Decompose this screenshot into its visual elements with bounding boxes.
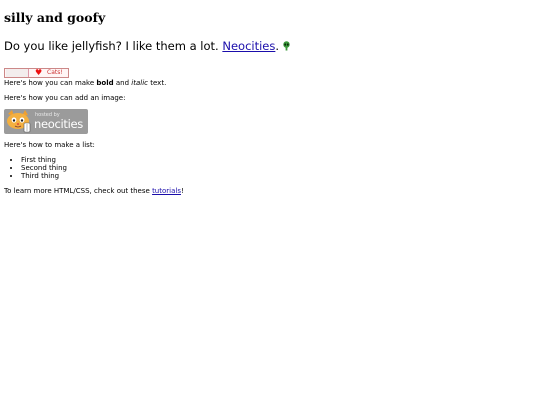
list-item: Second thing	[21, 164, 536, 172]
list-item: Third thing	[21, 172, 536, 180]
lead-paragraph: Do you like jellyfish? I like them a lot…	[4, 39, 536, 53]
list-paragraph: Here's how to make a list:	[4, 141, 95, 149]
image-paragraph: Here's how you can add an image:	[4, 94, 126, 102]
list-item: First thing	[21, 156, 536, 164]
cats-badge-row: ♥ Cats!	[4, 63, 536, 78]
example-list: First thing Second thing Third thing	[4, 156, 536, 180]
neocities-logo: hosted by neocities	[4, 109, 88, 134]
logo-neocities-text: neocities	[34, 117, 83, 131]
learn-suffix: !	[180, 187, 184, 195]
italic-word: italic	[131, 79, 149, 87]
bold-suffix: text.	[150, 79, 167, 87]
badge-cat-face-icon	[6, 69, 29, 77]
tutorials-link[interactable]: tutorials	[152, 187, 181, 195]
lead-text: Do you like jellyfish? I like them a lot…	[4, 39, 219, 53]
bold-italic-paragraph: Here's how you can make bold and italic …	[4, 79, 536, 88]
lead-suffix: .	[275, 39, 280, 53]
page-content: silly and goofy Do you like jellyfish? I…	[0, 0, 540, 196]
alien-icon	[283, 40, 290, 51]
cats-badge: ♥ Cats!	[4, 68, 69, 78]
learn-prefix: To learn more HTML/CSS, check out these	[4, 187, 150, 195]
badge-text: Cats!	[47, 69, 63, 76]
learn-paragraph: To learn more HTML/CSS, check out these …	[4, 187, 536, 196]
neocities-link[interactable]: Neocities	[222, 39, 275, 53]
neocities-cat-icon	[7, 110, 31, 133]
page-title: silly and goofy	[4, 10, 106, 25]
heart-icon: ♥	[35, 68, 43, 77]
bold-middle: and	[115, 79, 130, 87]
bold-word: bold	[96, 79, 114, 87]
bold-prefix: Here's how you can make	[4, 79, 95, 87]
